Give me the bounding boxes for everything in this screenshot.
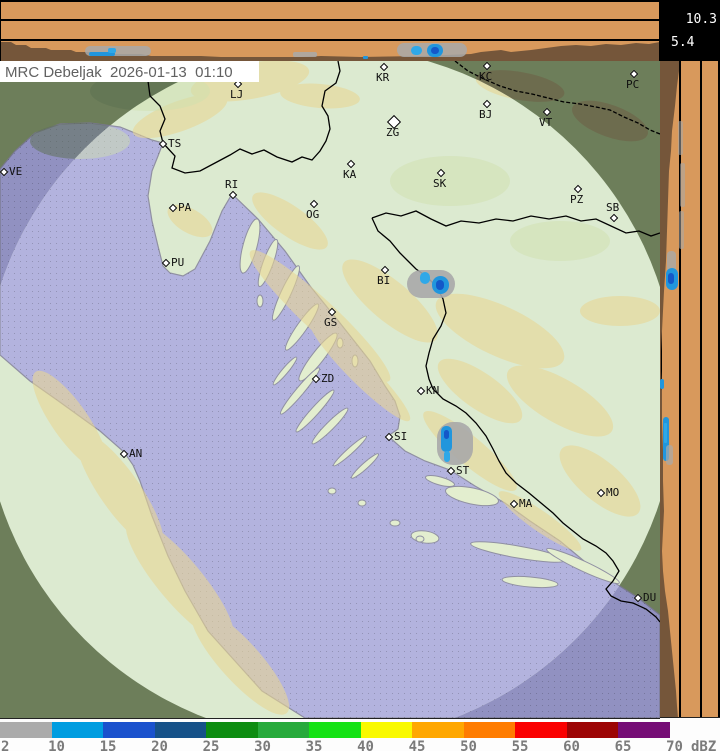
- radar-app-window: VETSLJKRKCPCZGBJVTKASKPZSBRIPAOGPUBIGSZD…: [0, 0, 720, 751]
- station-title: MRC Debeljak 2026-01-13 01:10: [5, 64, 233, 81]
- height-scale-box: 10.3 5.4: [659, 0, 720, 61]
- scale-tick-45: 45: [409, 739, 426, 751]
- cross-section-right: [660, 61, 720, 718]
- scale-tick-2: 2: [1, 739, 9, 751]
- scale-segment-55-60: [515, 722, 567, 738]
- radar-echo: [420, 272, 430, 284]
- scale-segment-10-15: [52, 722, 104, 738]
- scale-segment-30-35: [258, 722, 310, 738]
- radar-echo: [363, 56, 368, 59]
- scale-segment-50-55: [464, 722, 516, 738]
- radar-echo: [679, 211, 684, 249]
- scale-tick-30: 30: [254, 739, 271, 751]
- scale-color-bar: [0, 722, 670, 738]
- scale-tick-10: 10: [48, 739, 65, 751]
- height-label-upper: 10.3: [686, 13, 717, 26]
- radar-echo: [668, 273, 674, 284]
- radar-echo: [431, 47, 439, 54]
- scale-tick-40: 40: [357, 739, 374, 751]
- scale-segment-25-30: [206, 722, 258, 738]
- scale-segment-65-70: [618, 722, 670, 738]
- radar-echo: [660, 379, 664, 389]
- radar-echo: [293, 52, 317, 57]
- radar-echo: [444, 430, 449, 439]
- scale-segment-20-25: [155, 722, 207, 738]
- scale-segment-60-65: [567, 722, 619, 738]
- radar-echo: [436, 280, 444, 290]
- radar-echo: [680, 163, 685, 207]
- scale-tick-65: 65: [615, 739, 632, 751]
- radar-echo: [664, 423, 667, 443]
- scale-tick-50: 50: [460, 739, 477, 751]
- cross-section-top: [0, 0, 659, 61]
- scale-tick-70: 70: [666, 739, 683, 751]
- radar-echo: [411, 46, 422, 55]
- scale-tick-60: 60: [563, 739, 580, 751]
- reflectivity-scale: dBZ 2 10 15 20 25 30 35 40 45 50 55 60 65 70: [0, 719, 720, 751]
- scale-unit-label: dBZ: [691, 739, 716, 751]
- radar-echo: [678, 121, 683, 155]
- map-graphic: [0, 61, 660, 718]
- scale-tick-15: 15: [100, 739, 117, 751]
- scale-tick-55: 55: [512, 739, 529, 751]
- height-label-lower: 5.4: [671, 36, 694, 49]
- title-bar: MRC Debeljak 2026-01-13 01:10: [0, 61, 259, 82]
- scale-segment-2-10: [0, 722, 52, 738]
- scale-segment-15-20: [103, 722, 155, 738]
- scale-tick-25: 25: [203, 739, 220, 751]
- map-inside-radar-range: [0, 61, 660, 718]
- scale-tick-20: 20: [151, 739, 168, 751]
- radar-echo: [666, 445, 673, 465]
- terrain-profile-right: [660, 61, 720, 718]
- scale-tick-labels: dBZ 2 10 15 20 25 30 35 40 45 50 55 60 65 70: [0, 739, 720, 751]
- scale-segment-40-45: [361, 722, 413, 738]
- radar-echo: [444, 451, 450, 462]
- scale-segment-45-50: [412, 722, 464, 738]
- radar-map: VETSLJKRKCPCZGBJVTKASKPZSBRIPAOGPUBIGSZD…: [0, 61, 660, 719]
- radar-echo: [108, 48, 116, 53]
- scale-segment-35-40: [309, 722, 361, 738]
- scale-tick-35: 35: [306, 739, 323, 751]
